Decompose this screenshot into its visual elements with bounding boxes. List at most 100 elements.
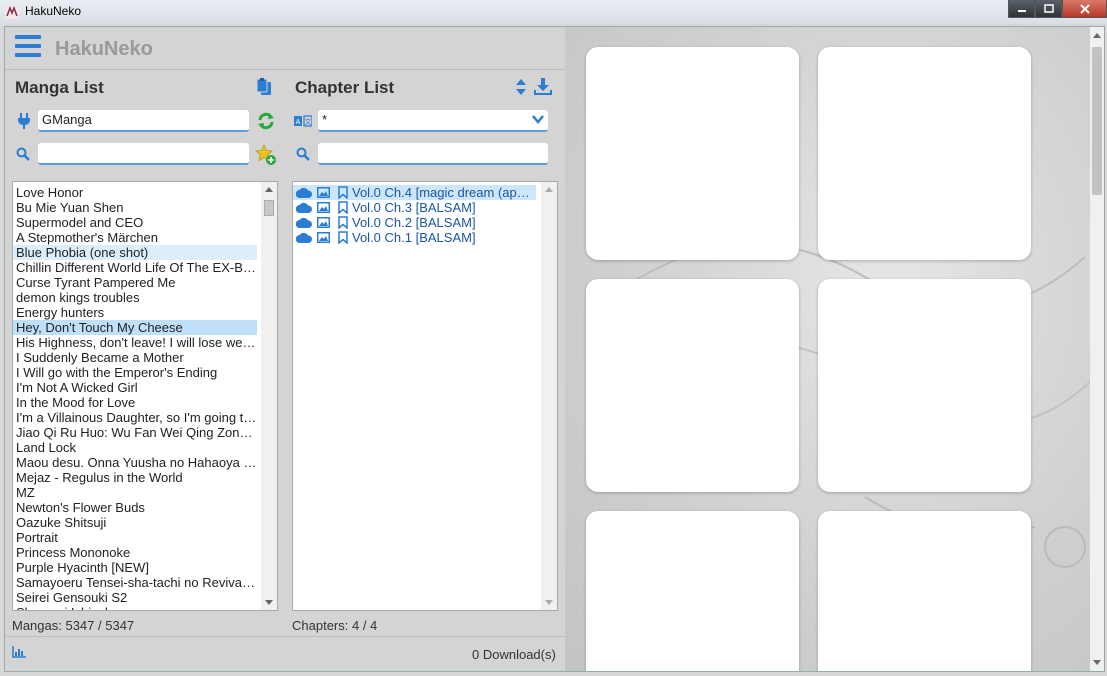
scroll-up-icon[interactable] <box>1093 33 1101 38</box>
svg-text:A: A <box>296 119 301 126</box>
image-icon[interactable] <box>317 217 330 228</box>
manga-list-item[interactable]: His Highness, don't leave! I will lose w… <box>13 335 257 350</box>
language-icon-wrap: A 文 <box>293 114 313 128</box>
chapter-search-input[interactable] <box>318 143 548 165</box>
manga-list-item[interactable]: Energy hunters <box>13 305 257 320</box>
left-pane: HakuNeko Manga List GManga Love Honor Bu… <box>5 27 565 671</box>
connector-icon-wrap <box>16 112 32 130</box>
chapter-list-item[interactable]: Vol.0 Ch.1 [BALSAM] <box>293 230 536 245</box>
scroll-down-icon[interactable] <box>1093 660 1101 665</box>
cloud-icon[interactable] <box>296 202 312 213</box>
chapter-label: Vol.0 Ch.2 [BALSAM] <box>352 215 476 230</box>
page-preview-pane[interactable] <box>565 27 1104 671</box>
bookmark-icon[interactable] <box>338 201 348 214</box>
manga-list-item[interactable]: Hey, Don't Touch My Cheese <box>13 320 257 335</box>
cloud-icon[interactable] <box>296 187 312 198</box>
page-thumbnail-1[interactable] <box>586 47 799 260</box>
manga-list-scroll-thumb[interactable] <box>264 200 274 216</box>
manga-list-title: Manga List <box>15 78 104 97</box>
manga-list-item[interactable]: demon kings troubles <box>13 290 257 305</box>
close-button[interactable] <box>1062 0 1107 18</box>
bookmark-icon[interactable] <box>338 231 348 244</box>
language-select[interactable]: * <box>318 110 548 132</box>
star-add-icon <box>255 144 276 165</box>
chapter-list-item[interactable]: Vol.0 Ch.3 [BALSAM] <box>293 200 536 215</box>
manga-list-item[interactable]: Maou desu. Onna Yuusha no Hahaoya to Sai… <box>13 455 257 470</box>
scroll-up-icon[interactable] <box>265 187 273 192</box>
search-icon <box>296 147 310 161</box>
page-thumbnail-5[interactable] <box>586 511 799 671</box>
chart-icon <box>12 646 26 658</box>
manga-list-item[interactable]: Newton's Flower Buds <box>13 500 257 515</box>
chapter-list-item[interactable]: Vol.0 Ch.4 [magic dream (aph)] <box>293 185 536 200</box>
download-chapters-button[interactable] <box>532 76 554 98</box>
manga-search-input[interactable] <box>38 143 249 165</box>
scroll-down-icon[interactable] <box>265 600 273 605</box>
downloads-status: 0 Download(s) <box>472 647 556 662</box>
image-icon[interactable] <box>317 187 330 198</box>
bookmark-icon[interactable] <box>338 216 348 229</box>
manga-list-item[interactable]: Mejaz - Regulus in the World <box>13 470 257 485</box>
manga-list-item[interactable]: Supermodel and CEO <box>13 215 257 230</box>
manga-list-item[interactable]: Jiao Qi Ru Huo: Wu Fan Wei Qing Zong Tai <box>13 425 257 440</box>
app-header: HakuNeko <box>5 27 565 69</box>
chapter-list-item[interactable]: Vol.0 Ch.2 [BALSAM] <box>293 215 536 230</box>
manga-list-item[interactable]: Purple Hyacinth [NEW] <box>13 560 257 575</box>
copy-manga-list-button[interactable] <box>255 77 273 97</box>
manga-list-item[interactable]: Chillin Different World Life Of The EX-B… <box>13 260 257 275</box>
image-icon[interactable] <box>317 202 330 213</box>
manga-list-item[interactable]: In the Mood for Love <box>13 395 257 410</box>
manga-list-item[interactable]: Portrait <box>13 530 257 545</box>
manga-list-item[interactable]: Samayoeru Tensei-sha-tachi no Revival Ga… <box>13 575 257 590</box>
refresh-manga-list-button[interactable] <box>256 111 276 131</box>
hamburger-menu-button[interactable] <box>15 35 41 59</box>
manga-list-item[interactable]: Oazuke Shitsuji <box>13 515 257 530</box>
chapter-list-scrollbar[interactable] <box>541 182 557 610</box>
image-icon[interactable] <box>317 232 330 243</box>
page-thumbnail-6[interactable] <box>818 511 1031 671</box>
preview-scroll-thumb[interactable] <box>1092 47 1102 195</box>
connector-value: GManga <box>42 112 92 127</box>
download-icon <box>534 78 552 95</box>
manga-search-icon-wrap <box>15 146 31 162</box>
close-icon <box>1079 3 1090 14</box>
manga-list-item[interactable]: A Stepmother's Märchen <box>13 230 257 245</box>
minimize-button[interactable] <box>1008 0 1035 18</box>
manga-list-scrollbar[interactable] <box>261 182 277 610</box>
refresh-icon <box>258 112 274 130</box>
sort-icon <box>516 79 526 95</box>
chapter-list-items: Vol.0 Ch.4 [magic dream (aph)] Vol.0 Ch.3… <box>293 185 536 245</box>
plug-icon <box>18 113 30 129</box>
manga-list-item[interactable]: Blue Phobia (one shot) <box>13 245 257 260</box>
connector-select[interactable]: GManga <box>38 110 249 132</box>
cloud-icon[interactable] <box>296 232 312 243</box>
manga-list-item[interactable]: Land Lock <box>13 440 257 455</box>
manga-list-item[interactable]: Seirei Gensouki S2 <box>13 590 257 605</box>
scroll-up-icon[interactable] <box>545 187 553 192</box>
page-thumbnail-3[interactable] <box>586 279 799 492</box>
chapter-list[interactable]: Vol.0 Ch.4 [magic dream (aph)] Vol.0 Ch.3… <box>292 181 558 611</box>
manga-list-item[interactable]: I'm a Villainous Daughter, so I'm going … <box>13 410 257 425</box>
manga-list-item[interactable]: Curse Tyrant Pampered Me <box>13 275 257 290</box>
manga-list-item[interactable]: I Suddenly Became a Mother <box>13 350 257 365</box>
page-thumbnail-4[interactable] <box>818 279 1031 492</box>
cloud-icon[interactable] <box>296 217 312 228</box>
scroll-down-icon[interactable] <box>545 600 553 605</box>
manga-list-item[interactable]: Love Honor <box>13 185 257 200</box>
maximize-button[interactable] <box>1035 0 1062 18</box>
chapter-search-icon-wrap <box>295 146 311 162</box>
sort-chapters-button[interactable] <box>514 78 528 96</box>
app-title: HakuNeko <box>55 38 153 60</box>
manga-list-item[interactable]: I'm Not A Wicked Girl <box>13 380 257 395</box>
manga-list-item[interactable]: Princess Mononoke <box>13 545 257 560</box>
manga-list-item[interactable]: MZ <box>13 485 257 500</box>
statistics-button[interactable] <box>11 645 27 659</box>
manga-list-item[interactable]: I Will go with the Emperor's Ending <box>13 365 257 380</box>
add-bookmark-button[interactable] <box>255 144 277 166</box>
preview-scrollbar[interactable] <box>1090 27 1104 671</box>
page-thumbnail-2[interactable] <box>818 47 1031 260</box>
bookmark-icon[interactable] <box>338 186 348 199</box>
manga-list-item[interactable]: Shoumei Ichiyoku <box>13 605 257 610</box>
manga-list[interactable]: Love Honor Bu Mie Yuan Shen Supermodel and… <box>12 181 278 611</box>
manga-list-item[interactable]: Bu Mie Yuan Shen <box>13 200 257 215</box>
